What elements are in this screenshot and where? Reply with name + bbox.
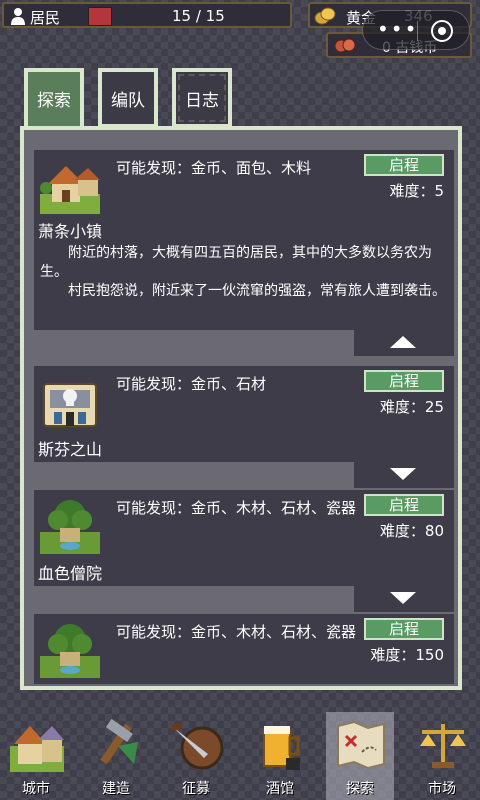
difficulty-label: 难度：5 <box>389 182 444 200</box>
resident-person-icon <box>11 8 25 25</box>
difficulty-label: 难度：25 <box>379 398 444 416</box>
possible-finds: 可能发现：金币、面包、木料 <box>116 159 312 177</box>
mountain-fortress-icon <box>43 383 97 427</box>
explore-map-icon <box>337 720 385 770</box>
location-name: 血色僧院 <box>38 564 103 583</box>
description-paragraph: 附近的村落，大概有四五百的居民，其中的大多数以务农为生。 <box>40 245 432 280</box>
expand-toggle[interactable] <box>354 586 454 612</box>
recruit-icon <box>172 724 224 770</box>
nav-label: 市场 <box>428 781 456 797</box>
arrow-up-icon[interactable] <box>390 336 416 348</box>
top-bar: 居民 15 / 15 黄金 346 0 古钱币 ••• <box>0 0 480 58</box>
nav-label: 探索 <box>346 781 374 797</box>
more-dots-icon[interactable]: ••• <box>377 19 417 39</box>
bottom-nav: 城市 建造 征募 酒馆 探索 市场 <box>0 712 480 800</box>
city-icon <box>10 726 64 772</box>
depart-button[interactable]: 启程 <box>364 618 444 640</box>
nav-explore[interactable]: 探索 <box>326 712 394 800</box>
depart-button[interactable]: 启程 <box>364 370 444 392</box>
market-scale-icon <box>420 724 466 768</box>
location-name: 萧条小镇 <box>38 222 103 241</box>
location-card: 可能发现：金币、面包、木料 启程 难度：5 萧条小镇 附近的村落，大概有四五百的… <box>34 150 454 356</box>
depart-button[interactable]: 启程 <box>364 494 444 516</box>
nav-label: 建造 <box>102 781 130 797</box>
nav-label: 酒馆 <box>266 781 294 797</box>
arrow-down-icon[interactable] <box>390 592 416 604</box>
gold-coin-icon <box>314 7 336 25</box>
monastery-tree-icon <box>40 624 100 678</box>
nav-recruit[interactable]: 征募 <box>162 712 230 800</box>
village-house-icon <box>40 166 100 214</box>
location-description: 附近的村落，大概有四五百的居民，其中的大多数以务农为生。 村民抱怨说，附近来了一… <box>40 244 450 301</box>
resident-bar <box>88 7 112 26</box>
resident-count: 15 / 15 <box>172 7 225 25</box>
tab-team[interactable]: 编队 <box>98 68 158 128</box>
close-circle-icon[interactable] <box>431 20 453 42</box>
nav-label: 征募 <box>182 781 210 797</box>
nav-market[interactable]: 市场 <box>408 712 476 800</box>
ancient-coin-icon <box>334 38 356 53</box>
nav-city[interactable]: 城市 <box>2 712 70 800</box>
tab-log[interactable]: 日志 <box>172 68 232 128</box>
resident-label: 居民 <box>30 9 61 27</box>
location-card: 可能发现：金币、木材、石材、瓷器 启程 难度：80 血色僧院 <box>34 490 454 612</box>
nav-build[interactable]: 建造 <box>82 712 150 800</box>
tavern-icon <box>263 726 300 770</box>
capsule-divider <box>417 21 418 41</box>
tab-explore-label: 探索 <box>37 91 71 111</box>
possible-finds: 可能发现：金币、石材 <box>116 375 267 393</box>
description-paragraph: 村民抱怨说，附近来了一伙流窜的强盗，常有旅人遭到袭击。 <box>68 283 446 299</box>
tab-log-label: 日志 <box>185 91 219 111</box>
location-name: 斯芬之山 <box>38 440 103 459</box>
tab-team-label: 编队 <box>111 91 145 111</box>
location-card: 可能发现：金币、木材、石材、瓷器 启程 难度：150 <box>34 614 454 684</box>
depart-button[interactable]: 启程 <box>364 154 444 176</box>
explore-panel: 可能发现：金币、面包、木料 启程 难度：5 萧条小镇 附近的村落，大概有四五百的… <box>20 126 462 690</box>
expand-toggle[interactable] <box>354 462 454 488</box>
difficulty-label: 难度：80 <box>379 522 444 540</box>
arrow-down-icon[interactable] <box>390 468 416 480</box>
miniprogram-capsule[interactable]: ••• <box>362 10 470 50</box>
collapse-toggle[interactable] <box>354 330 454 356</box>
resident-panel: 居民 15 / 15 <box>2 2 292 28</box>
location-card: 可能发现：金币、石材 启程 难度：25 斯芬之山 <box>34 366 454 488</box>
possible-finds: 可能发现：金币、木材、石材、瓷器 <box>116 623 357 641</box>
difficulty-label: 难度：150 <box>370 646 444 664</box>
monastery-tree-icon <box>40 500 100 554</box>
nav-label: 城市 <box>22 781 50 797</box>
build-icon <box>100 718 138 765</box>
tab-explore[interactable]: 探索 <box>24 68 84 130</box>
nav-tavern[interactable]: 酒馆 <box>246 712 314 800</box>
possible-finds: 可能发现：金币、木材、石材、瓷器 <box>116 499 357 517</box>
